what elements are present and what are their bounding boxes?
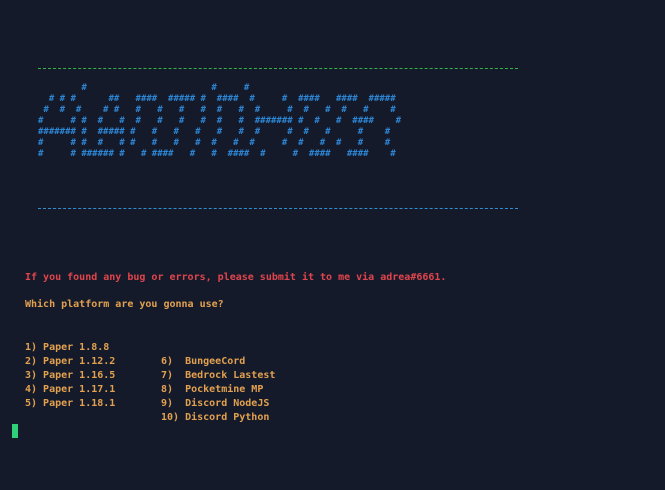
text-cursor[interactable] [12,424,18,438]
banner-line: # # # # # # # # # # # # # # # # # # [38,105,396,115]
platform-prompt: Which platform are you gonna use? [25,299,224,310]
option-pocketmine: 8) Pocketmine MP [161,384,264,395]
menu-row: 1) Paper 1.8.8 6) BungeeCord [25,327,245,367]
top-separator [38,68,518,69]
option-discord-nodejs: 9) Discord NodeJS [161,398,270,409]
banner-line: ####### # ##### # # # # # # # # # # # # [38,127,391,137]
banner-line: # # # # # # # # # # # ####### # # # ####… [38,116,402,126]
ascii-banner: # # # # # # ## #### ##### # #### # # ###… [38,83,401,160]
bug-notice: If you found any bug or errors, please s… [25,272,447,283]
option-bedrock: 7) Bedrock Lastest [161,370,276,381]
menu-row: 5) Paper 1.18.1 10) Discord Python [25,383,269,423]
banner-line: # # ###### # # #### # # #### # # #### ##… [38,149,396,159]
menu-row: 3) Paper 1.16.5 8) Pocketmine MP [25,355,263,395]
platform-menu: 1) Paper 1.8.8 6) BungeeCord 2) Paper 1.… [25,327,275,423]
terminal-window[interactable]: # # # # # # ## #### ##### # #### # # ###… [0,0,665,490]
banner-line: # # # [38,83,250,93]
option-discord-python: 10) Discord Python [161,412,270,423]
banner-line: # # # ## #### ##### # #### # # #### ####… [38,94,396,104]
menu-row: 4) Paper 1.17.1 9) Discord NodeJS [25,369,269,409]
bottom-separator [38,208,518,209]
banner-line: # # # # # # # # # # # # # # # # # # [38,138,391,148]
option-bungeecord: 6) BungeeCord [161,356,246,367]
option-paper-1-18-1: 5) Paper 1.18.1 [25,398,116,409]
menu-row: 2) Paper 1.12.2 7) Bedrock Lastest [25,341,275,381]
